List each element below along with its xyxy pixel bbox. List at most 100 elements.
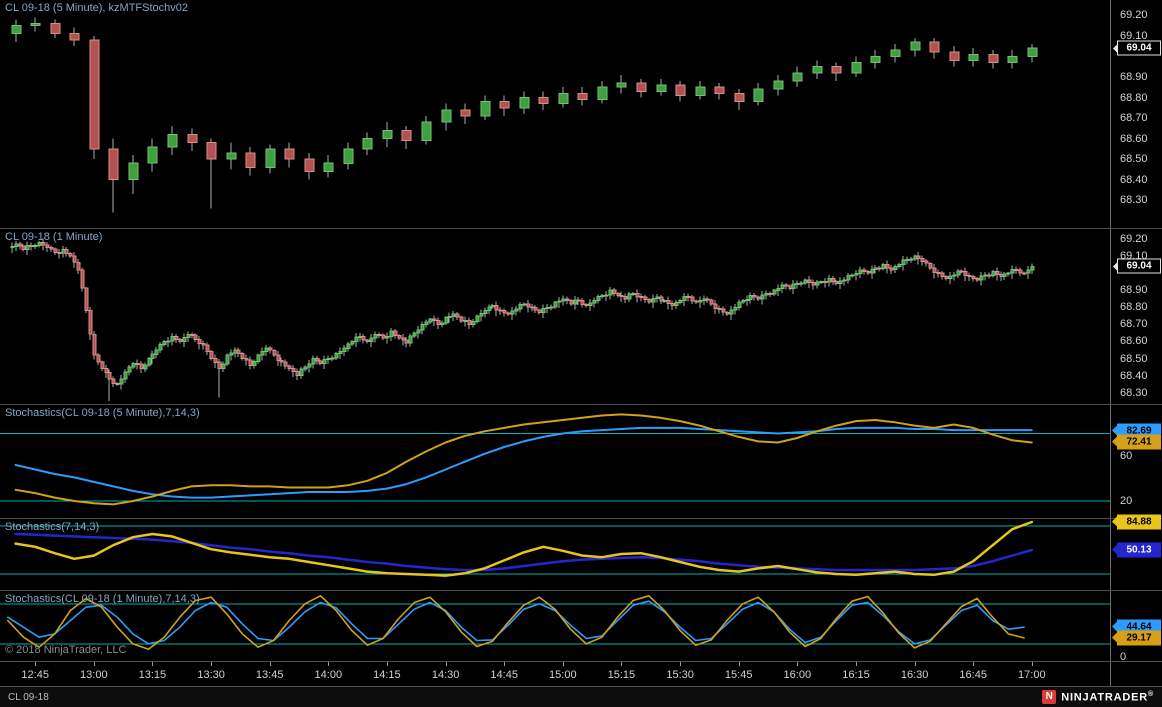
time-axis[interactable]: 12:45 13:00 13:15 13:30 13:45 14:00 14:15 14:30… [0,662,1110,686]
status-symbol: CL 09-18 [8,691,49,703]
badge-arrow-icon [1113,43,1118,54]
axis-tick-label: 68.40 [1120,369,1148,382]
time-label: 14:00 [314,669,343,681]
time-axis-corner [1110,662,1162,686]
time-label: 15:30 [666,669,694,681]
last-price-badge-1min: 69.04 [1113,258,1161,274]
badge-arrow-icon [1112,425,1117,435]
stoch-axis-combo[interactable]: 84.88 50.13 [1110,514,1162,590]
time-tick [738,662,740,666]
axis-tick-label: 68.50 [1120,352,1148,365]
axis-tick-label: 68.30 [1120,386,1148,399]
time-tick [386,662,388,666]
axis-tick-label: 69.20 [1120,9,1148,22]
axis-tick-label: 69.20 [1120,233,1148,246]
time-label: 15:00 [549,669,577,681]
time-tick [914,662,916,666]
stoch_combo-canvas[interactable] [0,519,1110,590]
axis-tick-label: 68.60 [1120,132,1148,145]
time-label: 13:45 [255,669,284,681]
stoch-axis-5min[interactable]: 60 20 82.69 72.41 [1110,405,1162,518]
time-tick [680,662,682,666]
time-label: 14:45 [490,669,518,681]
axis-tick-label: 0 [1120,651,1127,664]
stoch-axis-1min[interactable]: 0 44.64 29.17 [1110,591,1162,664]
badge-arrow-icon [1112,544,1117,555]
copyright-text: © 2018 NinjaTrader, LLC [5,644,127,656]
last-price-badge-5min: 69.04 [1113,40,1161,56]
time-label: 13:15 [138,669,167,681]
time-tick [328,662,330,666]
time-label: 13:30 [197,669,225,681]
price-axis-5min[interactable]: 69.20 69.10 68.90 68.80 68.70 68.60 68.50 68.40… [1110,0,1162,228]
time-tick [93,662,95,666]
axis-tick-label: 68.90 [1120,70,1148,83]
time-label: 17:00 [1018,669,1046,681]
panel-stoch-1min: Stochastics(CL 09-18 (1 Minute),7,14,3) … [0,591,1162,664]
stoch1-k-badge: 29.17 [1112,630,1161,646]
registered-mark: ® [1148,690,1154,698]
stoch-combo-k-badge: 84.88 [1112,514,1161,530]
time-tick [269,662,271,666]
badge-arrow-icon [1112,516,1117,527]
panel-stoch-5min: Stochastics(CL 09-18 (5 Minute),7,14,3) … [0,405,1162,519]
panel-stoch-combo: Stochastics(7,14,3) 84.88 50.13 [0,514,1162,591]
stoch-chart-1min[interactable]: Stochastics(CL 09-18 (1 Minute),7,14,3) … [0,591,1110,661]
time-tick [445,662,447,666]
ninjatrader-logo: N NINJATRADER® [1042,690,1154,704]
axis-tick-label: 68.90 [1120,284,1148,297]
price_1min-canvas[interactable] [0,229,1110,404]
price_5min-canvas[interactable] [0,0,1110,228]
stoch5-k-badge: 72.41 [1112,434,1161,450]
stoch-chart-5min[interactable]: Stochastics(CL 09-18 (5 Minute),7,14,3) [0,405,1110,518]
time-tick [1031,662,1033,666]
stoch_5min-canvas[interactable] [0,405,1110,518]
time-label: 15:15 [607,669,636,681]
ninjatrader-logo-text: NINJATRADER® [1061,690,1154,704]
axis-tick-label: 68.80 [1120,301,1148,314]
time-label: 16:15 [842,669,870,681]
time-tick [35,662,37,666]
axis-tick-label: 20 [1120,495,1133,507]
axis-tick-label: 68.50 [1120,153,1148,166]
axis-tick-label: 60 [1120,450,1133,462]
ninjatrader-logo-icon: N [1042,690,1057,704]
price-axis-1min[interactable]: 69.20 69.10 68.90 68.80 68.70 68.60 68.50 68.40… [1110,229,1162,404]
axis-tick-label: 68.80 [1120,91,1148,104]
time-tick [973,662,975,666]
axis-tick-label: 68.30 [1120,194,1148,207]
time-label: 14:15 [373,669,401,681]
axis-tick-label: 68.70 [1120,112,1148,124]
price-chart-1min[interactable]: CL 09-18 (1 Minute) [0,229,1110,404]
time-tick [504,662,506,666]
stoch_combo-percent-k-line [14,520,1034,577]
time-label: 16:00 [783,669,812,681]
axis-tick-label: 68.40 [1120,173,1148,186]
price-chart-5min[interactable]: CL 09-18 (5 Minute), kzMTFStochv02 [0,0,1110,228]
stoch_1min-percent-d-line [7,600,1025,645]
time-tick [856,662,857,666]
time-label: 12:45 [21,669,49,681]
status-bar: CL 09-18 N NINJATRADER® [0,687,1162,707]
badge-arrow-icon [1113,261,1118,272]
axis-tick-label: 68.70 [1120,318,1148,331]
ninjatrader-chart-window: CL 09-18 (5 Minute), kzMTFStochv02 69.20… [0,0,1162,707]
time-axis-row: 12:45 13:00 13:15 13:30 13:45 14:00 14:15 14:30… [0,662,1162,687]
time-tick [152,662,154,666]
time-tick [621,662,623,666]
time-label: 14:30 [431,669,460,681]
time-label: 16:45 [959,669,987,681]
stoch-combo-d-badge: 50.13 [1112,542,1161,558]
time-tick [562,662,564,666]
panel-price-1min: CL 09-18 (1 Minute) 69.20 69.10 68.90 68.80… [0,229,1162,405]
time-label: 15:45 [724,669,753,681]
axis-tick-label: 68.60 [1120,335,1148,348]
time-tick [797,662,799,666]
stoch-chart-combo[interactable]: Stochastics(7,14,3) [0,519,1110,590]
stoch_5min-percent-d-line [14,426,1033,499]
badge-arrow-icon [1112,436,1117,447]
badge-arrow-icon [1112,632,1117,643]
time-tick [211,662,213,666]
time-label: 13:00 [80,669,108,681]
stoch_1min-canvas[interactable] [0,591,1110,661]
